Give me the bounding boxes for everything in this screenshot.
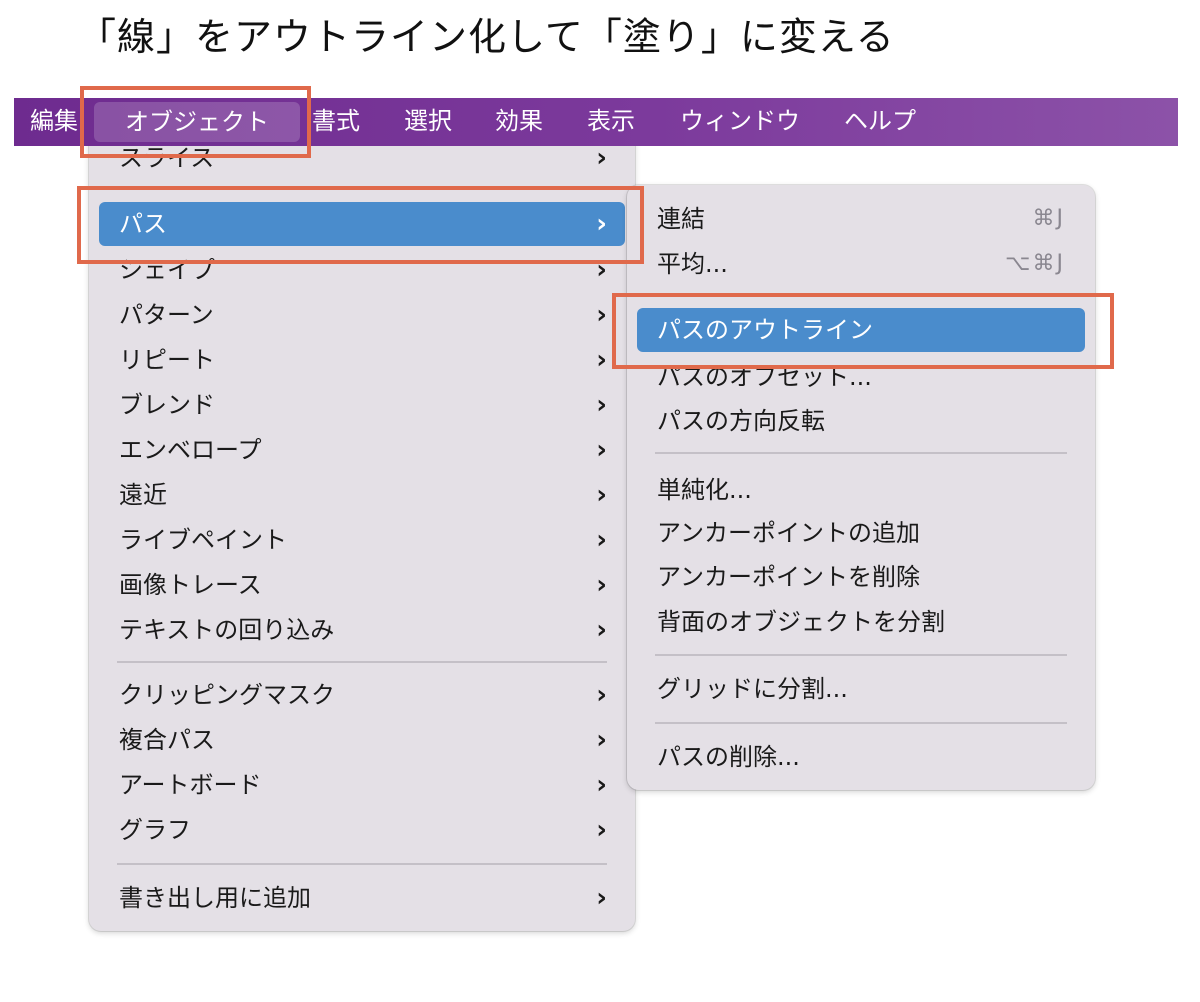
menu-effect[interactable]: 効果 <box>495 98 543 146</box>
menu-item-blend[interactable]: ブレンド › <box>99 383 625 427</box>
menu-item-label: パスの方向反転 <box>657 407 825 435</box>
menu-separator <box>117 661 607 663</box>
menu-item-shape[interactable]: シェイプ › <box>99 248 625 292</box>
chevron-right-icon: › <box>596 300 607 330</box>
menu-item-image-trace[interactable]: 画像トレース › <box>99 563 625 607</box>
menu-item-label: クリッピングマスク <box>119 681 335 709</box>
menu-item-path[interactable]: パス › <box>99 202 625 246</box>
submenu-item-divide-objects-below[interactable]: 背面のオブジェクトを分割 <box>637 600 1085 644</box>
menu-item-label: 背面のオブジェクトを分割 <box>657 608 945 636</box>
menu-item-graph[interactable]: グラフ › <box>99 808 625 852</box>
submenu-item-add-anchor-points[interactable]: アンカーポイントの追加 <box>637 511 1085 555</box>
path-submenu: 連結 ⌘J 平均... ⌥⌘J パスのアウトライン パスのオフセット... パス… <box>627 185 1095 790</box>
menu-item-label: 複合パス <box>119 726 215 754</box>
menu-separator <box>655 654 1067 656</box>
menu-separator <box>655 722 1067 724</box>
menu-view[interactable]: 表示 <box>587 98 635 146</box>
menu-item-envelope[interactable]: エンベロープ › <box>99 428 625 472</box>
menu-item-label: シェイプ <box>119 256 215 284</box>
shortcut-label: ⌘J <box>1032 206 1065 231</box>
menu-item-label: 平均... <box>657 250 728 278</box>
submenu-item-join[interactable]: 連結 ⌘J <box>637 197 1085 241</box>
menu-item-clipping-mask[interactable]: クリッピングマスク › <box>99 673 625 717</box>
menu-item-label: テキストの回り込み <box>119 616 335 644</box>
menu-item-label: 連結 <box>657 205 705 233</box>
menu-item-label: ブレンド <box>119 391 215 419</box>
chevron-right-icon: › <box>596 815 607 845</box>
submenu-item-reverse-path[interactable]: パスの方向反転 <box>637 399 1085 443</box>
submenu-item-simplify[interactable]: 単純化... <box>637 468 1085 512</box>
menu-item-label: パスのアウトライン <box>657 316 873 344</box>
chevron-right-icon: › <box>596 390 607 420</box>
chevron-right-icon: › <box>596 725 607 755</box>
submenu-item-average[interactable]: 平均... ⌥⌘J <box>637 242 1085 286</box>
menu-item-label: パスの削除... <box>657 743 800 771</box>
menu-select[interactable]: 選択 <box>404 98 452 146</box>
chevron-right-icon: › <box>596 680 607 710</box>
chevron-right-icon: › <box>596 435 607 465</box>
menu-window[interactable]: ウィンドウ <box>680 98 800 146</box>
chevron-right-icon: › <box>596 525 607 555</box>
menu-item-label: アンカーポイントの追加 <box>657 519 921 547</box>
menu-item-label: パターン <box>119 301 214 329</box>
menu-item-artboards[interactable]: アートボード › <box>99 763 625 807</box>
menu-object[interactable]: オブジェクト <box>94 102 300 142</box>
menu-item-perspective[interactable]: 遠近 › <box>99 473 625 517</box>
object-menu: スライス › パス › シェイプ › パターン › リピート › ブレンド › … <box>89 120 635 931</box>
menu-bar: 編集 オブジェクト 書式 選択 効果 表示 ウィンドウ ヘルプ <box>14 98 1178 146</box>
chevron-right-icon: › <box>596 345 607 375</box>
chevron-right-icon: › <box>596 255 607 285</box>
chevron-right-icon: › <box>596 480 607 510</box>
menu-edit[interactable]: 編集 <box>30 98 78 146</box>
chevron-right-icon: › <box>596 770 607 800</box>
submenu-item-remove-anchor-points[interactable]: アンカーポイントを削除 <box>637 555 1085 599</box>
menu-item-pattern[interactable]: パターン › <box>99 293 625 337</box>
chevron-right-icon: › <box>596 615 607 645</box>
menu-item-compound-path[interactable]: 複合パス › <box>99 718 625 762</box>
menu-item-text-wrap[interactable]: テキストの回り込み › <box>99 608 625 652</box>
submenu-item-clean-up[interactable]: パスの削除... <box>637 735 1085 779</box>
menu-item-label: グリッドに分割... <box>657 675 848 703</box>
menu-type[interactable]: 書式 <box>312 98 360 146</box>
menu-item-label: パスのオフセット... <box>657 363 872 391</box>
menu-item-label: アートボード <box>119 771 262 799</box>
menu-help[interactable]: ヘルプ <box>844 98 916 146</box>
chevron-right-icon: › <box>596 883 607 913</box>
submenu-item-outline-stroke[interactable]: パスのアウトライン <box>637 308 1085 352</box>
menu-item-live-paint[interactable]: ライブペイント › <box>99 518 625 562</box>
menu-item-label: 画像トレース <box>119 571 262 599</box>
submenu-item-split-into-grid[interactable]: グリッドに分割... <box>637 667 1085 711</box>
submenu-item-offset-path[interactable]: パスのオフセット... <box>637 355 1085 399</box>
menu-item-label: 遠近 <box>119 481 167 509</box>
menu-item-label: リピート <box>119 346 215 374</box>
menu-separator <box>655 452 1067 454</box>
shortcut-label: ⌥⌘J <box>1005 251 1065 276</box>
menu-item-label: アンカーポイントを削除 <box>657 563 921 591</box>
menu-item-label: 書き出し用に追加 <box>119 884 311 912</box>
menu-item-label: 単純化... <box>657 476 752 504</box>
menu-item-label: パス <box>119 210 167 238</box>
chevron-right-icon: › <box>596 570 607 600</box>
chevron-right-icon: › <box>596 209 607 239</box>
page-title: 「線」をアウトライン化して「塗り」に変える <box>78 15 895 59</box>
menu-separator <box>117 863 607 865</box>
menu-item-repeat[interactable]: リピート › <box>99 338 625 382</box>
menu-item-label: グラフ <box>119 816 191 844</box>
menu-item-label: ライブペイント <box>119 526 287 554</box>
menu-item-label: エンベロープ <box>119 436 262 464</box>
menu-item-add-to-export[interactable]: 書き出し用に追加 › <box>99 876 625 920</box>
